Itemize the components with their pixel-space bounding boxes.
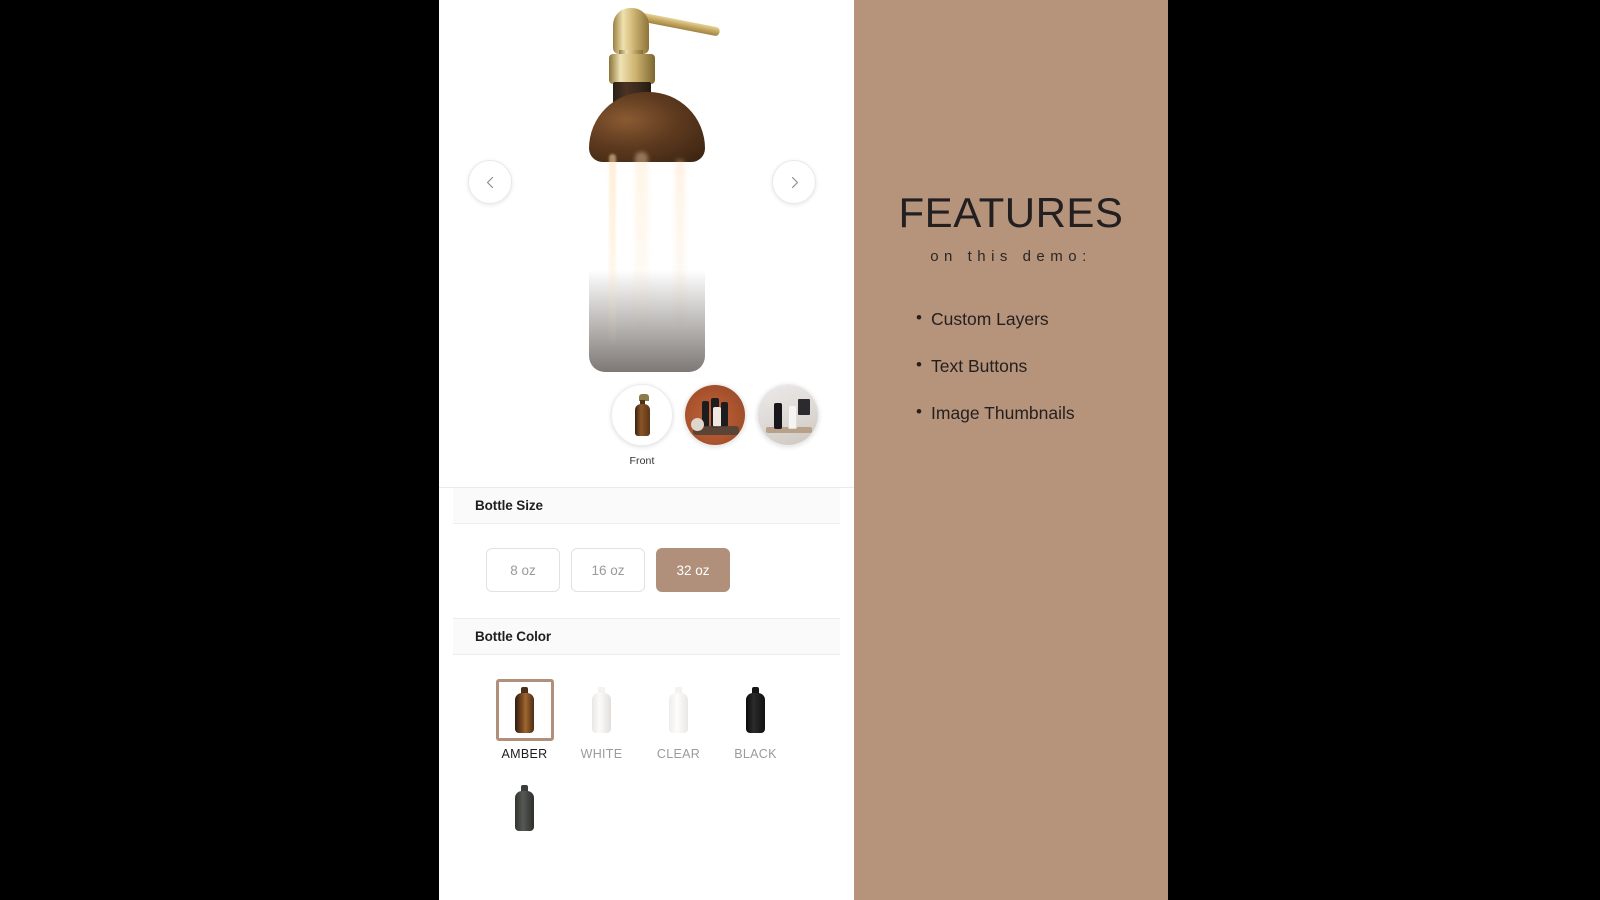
- feature-item: Image Thumbnails: [916, 402, 1168, 424]
- color-label-clear: CLEAR: [656, 747, 701, 761]
- product-configurator: Front Bottle Size 8 oz 16 oz 32 oz Bottl…: [439, 0, 854, 900]
- bottle-size-choices: 8 oz 16 oz 32 oz: [439, 524, 854, 618]
- color-option-white[interactable]: WHITE: [563, 679, 640, 761]
- color-swatch-black: [726, 679, 785, 741]
- thumbnail-image-front: [611, 384, 673, 446]
- color-swatch-clear: [649, 679, 708, 741]
- color-label-white: WHITE: [580, 747, 623, 761]
- thumbnail-lifestyle-1[interactable]: [684, 384, 746, 467]
- thumbnail-front[interactable]: Front: [611, 384, 673, 467]
- screen-canvas: Front Bottle Size 8 oz 16 oz 32 oz Bottl…: [0, 0, 1600, 900]
- color-swatch-white: [572, 679, 631, 741]
- color-option-amber[interactable]: AMBER: [486, 679, 563, 761]
- size-option-8oz[interactable]: 8 oz: [486, 548, 560, 592]
- thumbnail-lifestyle-2[interactable]: [757, 384, 819, 467]
- color-option-gray[interactable]: [486, 777, 563, 845]
- color-swatch-amber: [495, 679, 554, 741]
- thumbnail-image-lifestyle-2: [757, 384, 819, 446]
- features-panel: FEATURES on this demo: Custom Layers Tex…: [854, 0, 1168, 900]
- size-option-16oz[interactable]: 16 oz: [571, 548, 645, 592]
- bottle-color-choices: AMBER WHITE CLEAR BLACK: [439, 655, 854, 887]
- features-subtitle: on this demo:: [930, 248, 1092, 265]
- thumbnail-image-lifestyle-1: [684, 384, 746, 446]
- product-image-viewer: Front: [439, 0, 854, 488]
- gallery-prev-button[interactable]: [468, 160, 512, 204]
- feature-item: Text Buttons: [916, 355, 1168, 377]
- color-label-amber: AMBER: [501, 747, 548, 761]
- option-group-bottle-size: Bottle Size 8 oz 16 oz 32 oz: [439, 487, 854, 618]
- gallery-next-button[interactable]: [772, 160, 816, 204]
- amber-bottle-illustration: [583, 4, 720, 374]
- chevron-left-icon: [484, 176, 497, 189]
- color-option-clear[interactable]: CLEAR: [640, 679, 717, 761]
- section-title-bottle-size: Bottle Size: [453, 487, 840, 524]
- section-title-bottle-color: Bottle Color: [453, 618, 840, 655]
- feature-item: Custom Layers: [916, 308, 1168, 330]
- features-title: FEATURES: [898, 189, 1124, 236]
- features-list: Custom Layers Text Buttons Image Thumbna…: [916, 308, 1168, 424]
- thumbnail-label: Front: [629, 455, 655, 467]
- viewer-divider: [439, 487, 854, 488]
- chevron-right-icon: [788, 176, 801, 189]
- color-swatch-gray: [495, 777, 554, 839]
- color-option-black[interactable]: BLACK: [717, 679, 794, 761]
- color-label-black: BLACK: [734, 747, 777, 761]
- size-option-32oz[interactable]: 32 oz: [656, 548, 730, 592]
- thumbnail-carousel[interactable]: Front: [439, 380, 854, 480]
- option-group-bottle-color: Bottle Color AMBER WHITE CLEAR BLACK: [439, 618, 854, 887]
